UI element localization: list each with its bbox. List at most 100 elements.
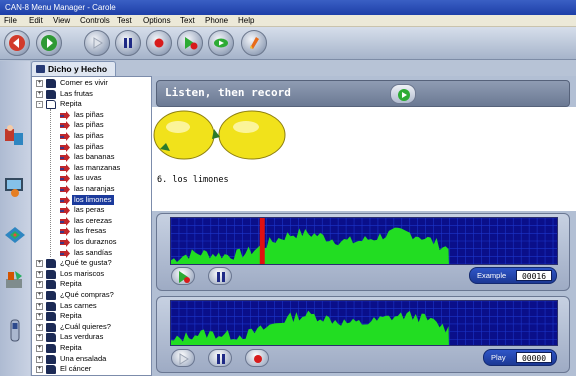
phone-icon[interactable] [2,318,28,344]
tree-item-label: ¿Qué compras? [60,290,114,299]
expand-icon[interactable]: + [36,292,43,299]
example-counter-value: 00016 [516,270,552,281]
arrow-icon [60,174,70,184]
compare-button[interactable] [208,30,234,56]
expand-icon[interactable]: + [36,313,43,321]
record-icon [254,355,262,363]
tree-item-label: las peras [74,205,105,215]
tree-folder-item[interactable]: + Las verduras [32,332,151,343]
erase-icon [250,37,259,49]
expand-icon[interactable]: + [36,260,43,268]
expand-icon[interactable]: + [36,323,43,331]
tree-item-label: las bananas [74,152,115,162]
play-button[interactable] [84,30,110,56]
tree-folder-item[interactable]: + Repita [32,343,151,354]
pause-icon [217,272,225,282]
book-icon [46,280,56,290]
menu-phone[interactable]: Phone [205,15,228,27]
book-icon [46,259,56,269]
tree-item-label: El cáncer [60,364,92,374]
book-icon [46,291,56,300]
grid-icon[interactable] [2,221,28,247]
tree-folder-item[interactable]: + ¿Qué te gusta? [32,258,151,269]
tree-item-label: las naranjas [74,184,115,193]
expand-icon[interactable]: + [36,281,43,289]
tree-item-label: las piñas [74,131,104,140]
tree-folder-item[interactable]: + Repita [32,279,151,290]
play-icon [398,89,410,101]
exercise-sentence: 6. los limones [157,175,229,185]
people-icon[interactable] [2,124,28,150]
play-pause-button[interactable] [208,349,232,367]
monitor-icon[interactable] [2,173,28,199]
tree-folder-item[interactable]: + Las carnes [32,301,151,312]
expand-icon[interactable]: + [36,345,43,352]
example-pause-button[interactable] [208,267,232,285]
tree-item-label: Repita [60,99,82,109]
erase-button[interactable] [241,30,267,56]
expand-icon[interactable]: + [36,366,43,374]
example-waveform[interactable] [170,217,558,265]
tab-dicho-y-hecho[interactable]: Dicho y Hecho [31,61,116,76]
arrow-icon [60,121,70,131]
tree-item-label: Las verduras [60,332,104,342]
arrow-icon [60,185,70,194]
expand-icon[interactable]: + [36,302,43,310]
expand-icon[interactable]: + [36,80,43,87]
play-record-button[interactable] [177,30,203,56]
menu-text[interactable]: Text [180,15,195,27]
tree-item-label: las fresas [74,226,107,236]
play-record-button[interactable] [245,349,269,367]
lemons-image [153,110,286,160]
tree-item-label: Una ensalada [60,353,107,363]
menu-bar: File Edit View Controls Test Options Tex… [0,15,576,27]
title-bar: CAN-8 Menu Manager - Carole [0,0,576,15]
tree-folder-item[interactable]: + ¿Cuál quieres? [32,322,151,333]
menu-test[interactable]: Test [117,15,132,27]
menu-file[interactable]: File [4,15,17,27]
play-waveform[interactable] [170,300,558,346]
play-play-button[interactable] [171,349,195,367]
menu-view[interactable]: View [53,15,70,27]
tree-item-label: Los mariscos [60,268,105,278]
arrow-icon [60,206,70,216]
arrow-icon [60,132,70,141]
menu-options[interactable]: Options [143,15,171,27]
menu-edit[interactable]: Edit [29,15,43,27]
arrow-icon [60,110,70,120]
pause-button[interactable] [115,30,141,56]
tree-item-label: las uvas [74,173,102,183]
back-button[interactable] [4,30,30,56]
play-counter-label: Play [491,353,506,362]
tree-folder-item[interactable]: + Las frutas [32,89,151,100]
book-icon [36,65,45,73]
menu-controls[interactable]: Controls [80,15,110,27]
menu-help[interactable]: Help [238,15,254,27]
arrow-icon [60,238,70,247]
tree-folder-item[interactable]: + El cáncer [32,364,151,375]
tools-icon[interactable] [2,268,28,294]
pause-icon [124,38,132,48]
tree-folder-item[interactable]: + ¿Qué compras? [32,290,151,301]
tree-item-label: las manzanas [74,162,121,172]
tree-folder-item[interactable]: + Los mariscos [32,268,151,280]
tree-folder-item[interactable]: + Repita [32,311,151,322]
expand-icon[interactable]: + [36,270,43,278]
collapse-icon[interactable]: - [36,101,43,109]
record-button[interactable] [146,30,172,56]
arrow-icon [60,227,70,237]
book-icon [46,100,56,110]
window-title: CAN-8 Menu Manager - Carole [5,3,116,12]
lesson-tree[interactable]: + Comer es vivir + Las frutas - Repita las piñ… [31,76,152,376]
tree-item-label: las cerezas [74,215,112,225]
header-play-button[interactable] [390,84,416,104]
tree-folder-item[interactable]: + Una ensalada [32,353,151,365]
compare-icon [214,38,228,48]
forward-button[interactable] [36,30,62,56]
expand-icon[interactable]: + [36,355,43,363]
expand-icon[interactable]: + [36,334,43,342]
tree-folder-item[interactable]: + Comer es vivir [32,78,151,89]
expand-icon[interactable]: + [36,90,43,98]
play-icon [93,37,103,49]
example-play-button[interactable] [171,267,195,285]
